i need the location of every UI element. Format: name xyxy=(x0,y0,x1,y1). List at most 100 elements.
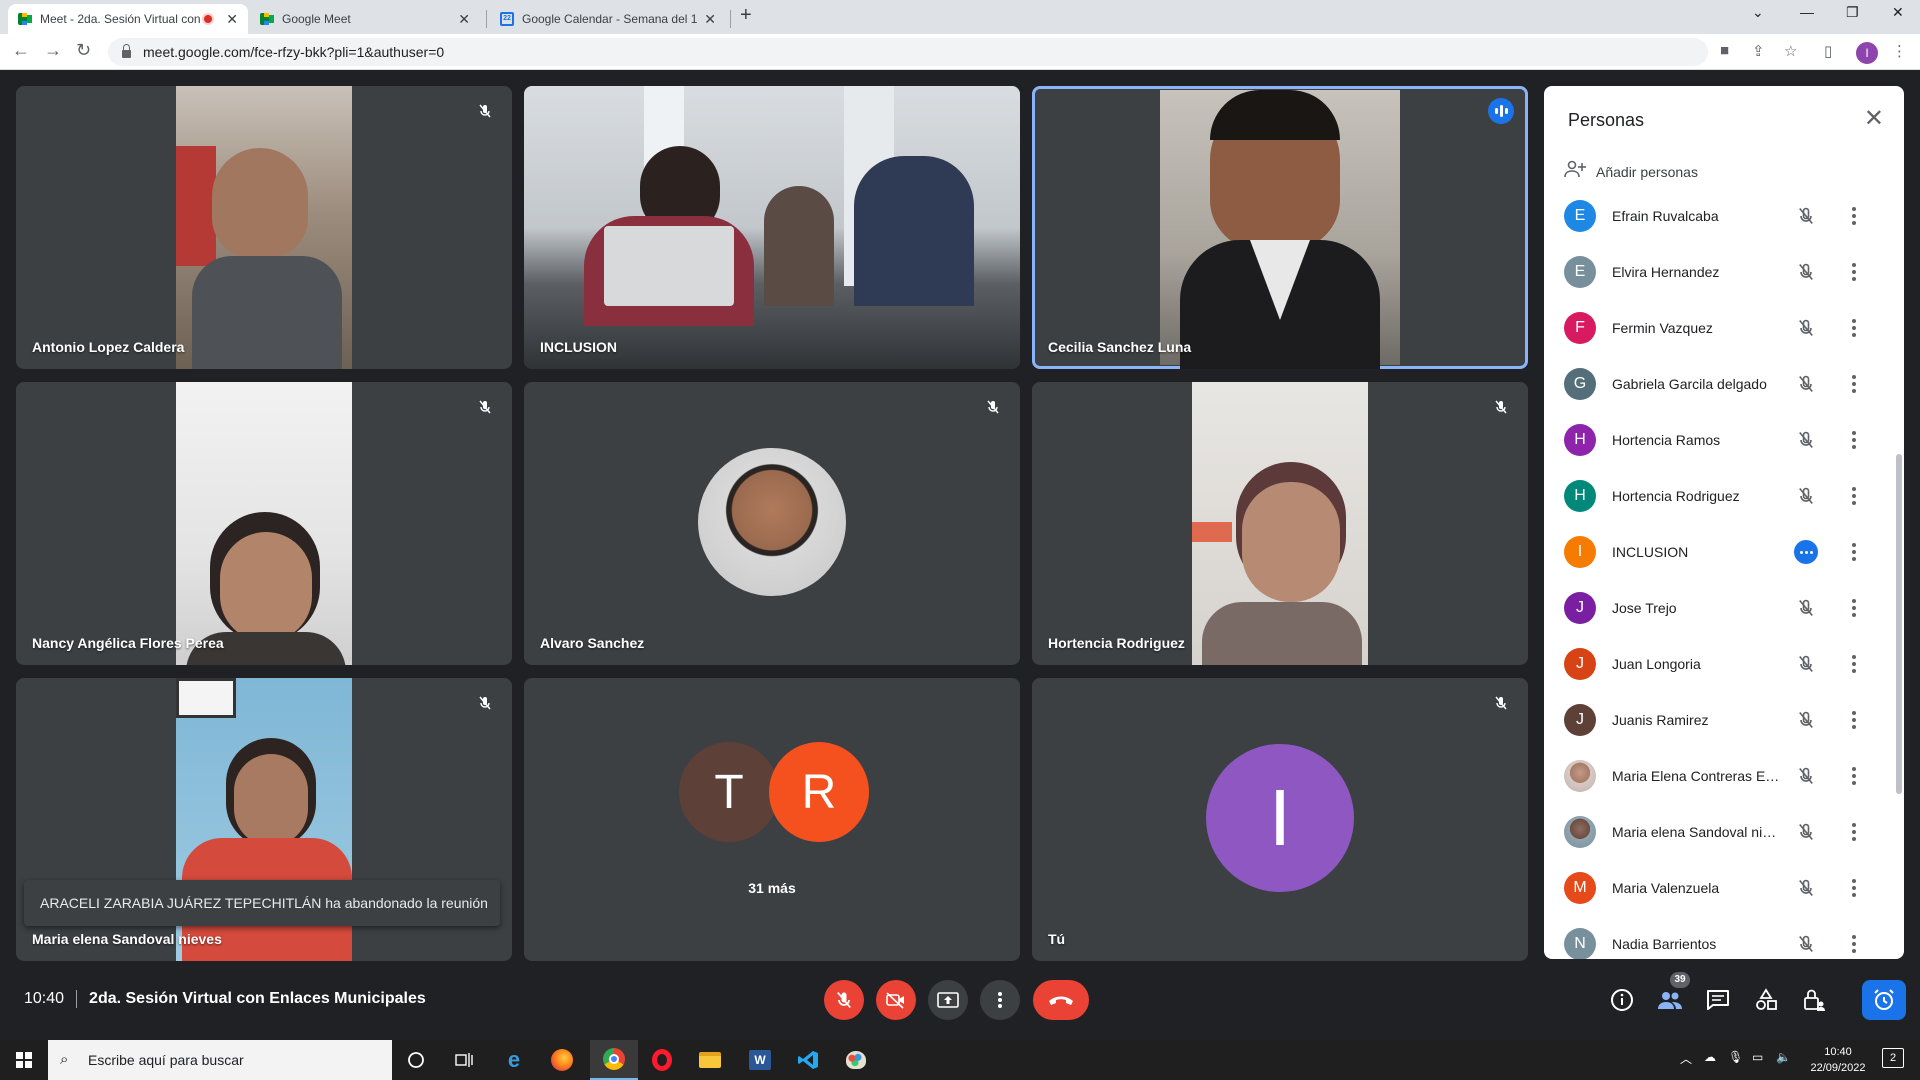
add-people-button[interactable]: Añadir personas xyxy=(1564,160,1698,183)
video-tile[interactable]: Nancy Angélica Flores Perea xyxy=(16,382,512,665)
back-icon[interactable]: ← xyxy=(12,40,30,61)
mic-off-icon xyxy=(837,991,851,1009)
more-options-icon[interactable] xyxy=(1844,820,1864,844)
profile-avatar[interactable]: I xyxy=(1856,42,1878,64)
minimize-icon[interactable]: — xyxy=(1800,4,1814,20)
more-options-icon[interactable] xyxy=(1844,932,1864,956)
mic-off-icon xyxy=(1794,596,1818,620)
opera-icon[interactable] xyxy=(648,1046,676,1074)
task-view-icon[interactable] xyxy=(450,1046,478,1074)
close-panel-icon[interactable]: ✕ xyxy=(1864,104,1884,133)
show-hidden-icons[interactable]: ︿ xyxy=(1680,1050,1692,1067)
more-options-icon[interactable] xyxy=(1844,260,1864,284)
timer-button[interactable] xyxy=(1862,980,1906,1020)
participant-name: Juan Longoria xyxy=(1612,656,1701,672)
toggle-mic-button[interactable] xyxy=(824,980,864,1020)
firefox-icon[interactable] xyxy=(548,1046,576,1074)
side-panel-icon[interactable]: ▯ xyxy=(1824,42,1832,60)
microphone-tray-icon[interactable]: 🎙 xyxy=(1728,1050,1743,1064)
activities-button[interactable] xyxy=(1752,986,1780,1014)
bookmark-star-icon[interactable]: ☆ xyxy=(1784,42,1797,60)
participant-avatar: G xyxy=(1564,368,1596,400)
close-icon[interactable]: ✕ xyxy=(458,11,470,28)
participant-row[interactable]: H Hortencia Rodriguez xyxy=(1544,468,1896,524)
more-options-icon[interactable] xyxy=(1844,596,1864,620)
volume-icon[interactable]: 🔈 xyxy=(1776,1050,1791,1064)
participant-row[interactable]: J Jose Trejo xyxy=(1544,580,1896,636)
participant-row[interactable]: J Juanis Ramirez xyxy=(1544,692,1896,748)
video-tile[interactable]: Alvaro Sanchez xyxy=(524,382,1020,665)
tab-meet-session[interactable]: Meet - 2da. Sesión Virtual con Enlaces M… xyxy=(8,4,248,34)
participant-row[interactable]: F Fermin Vazquez xyxy=(1544,300,1896,356)
more-options-icon[interactable] xyxy=(1844,708,1864,732)
camera-in-use-icon[interactable]: ■ xyxy=(1720,42,1729,59)
browser-menu-icon[interactable]: ⋮ xyxy=(1892,42,1907,60)
more-options-icon[interactable] xyxy=(1844,204,1864,228)
video-tile-active-speaker[interactable]: Cecilia Sanchez Luna xyxy=(1032,86,1528,369)
edge-browser-icon[interactable]: e xyxy=(500,1046,528,1074)
more-options-icon[interactable] xyxy=(1844,764,1864,788)
tab-google-meet[interactable]: Google Meet ✕ xyxy=(250,4,480,34)
taskbar-clock[interactable]: 10:40 22/09/2022 xyxy=(1808,1044,1868,1076)
participant-row[interactable]: Maria Elena Contreras Es... xyxy=(1544,748,1896,804)
more-options-icon[interactable] xyxy=(1844,876,1864,900)
participant-row[interactable]: J Juan Longoria xyxy=(1544,636,1896,692)
participant-row[interactable]: H Hortencia Ramos xyxy=(1544,412,1896,468)
windows-start-icon[interactable] xyxy=(16,1052,32,1068)
more-options-button[interactable] xyxy=(980,980,1020,1020)
participant-list-scrollbar[interactable] xyxy=(1896,454,1902,794)
more-participants-tile[interactable]: T R 31 más xyxy=(524,678,1020,961)
more-options-icon[interactable] xyxy=(1844,372,1864,396)
toggle-camera-button[interactable] xyxy=(876,980,916,1020)
more-options-icon[interactable] xyxy=(1844,428,1864,452)
restore-icon[interactable]: ❐ xyxy=(1846,4,1859,21)
chat-button[interactable] xyxy=(1704,986,1732,1014)
people-panel: Personas ✕ Añadir personas E Efrain Ruva… xyxy=(1544,86,1904,959)
people-button[interactable] xyxy=(1656,986,1684,1014)
tab-google-calendar[interactable]: 22 Google Calendar - Semana del 18 de se… xyxy=(490,4,726,34)
participant-row[interactable]: Maria elena Sandoval niev... xyxy=(1544,804,1896,860)
vscode-icon[interactable] xyxy=(794,1046,822,1074)
participant-video xyxy=(1160,90,1400,369)
participant-row[interactable]: I INCLUSION xyxy=(1544,524,1896,580)
more-options-icon[interactable] xyxy=(1844,316,1864,340)
reload-icon[interactable]: ↻ xyxy=(76,40,91,61)
participant-row[interactable]: E Efrain Ruvalcaba xyxy=(1544,188,1896,244)
close-icon[interactable]: ✕ xyxy=(704,11,716,28)
more-options-icon[interactable] xyxy=(1844,540,1864,564)
close-icon[interactable]: ✕ xyxy=(226,11,238,28)
file-explorer-icon[interactable] xyxy=(696,1046,724,1074)
present-screen-button[interactable] xyxy=(928,980,968,1020)
taskbar-search-input[interactable]: ⌕ Escribe aquí para buscar xyxy=(48,1040,392,1080)
notifications-icon[interactable]: 2 xyxy=(1882,1048,1904,1068)
leave-call-button[interactable] xyxy=(1033,980,1089,1020)
onedrive-icon[interactable]: ☁ xyxy=(1704,1050,1716,1064)
video-tile[interactable]: Antonio Lopez Caldera xyxy=(16,86,512,369)
cortana-icon[interactable] xyxy=(402,1046,430,1074)
word-icon[interactable]: W xyxy=(746,1046,774,1074)
more-options-icon[interactable] xyxy=(1844,652,1864,676)
mic-off-icon xyxy=(1794,204,1818,228)
window-close-icon[interactable]: ✕ xyxy=(1892,4,1904,21)
participant-list: E Efrain Ruvalcaba E Elvira Hernandez F … xyxy=(1544,188,1896,959)
video-tile[interactable]: Hortencia Rodriguez xyxy=(1032,382,1528,665)
participant-row[interactable]: M Maria Valenzuela xyxy=(1544,860,1896,916)
participant-row[interactable]: G Gabriela Garcila delgado xyxy=(1544,356,1896,412)
host-controls-button[interactable] xyxy=(1800,986,1828,1014)
meeting-details-button[interactable] xyxy=(1608,986,1636,1014)
participant-row[interactable]: N Nadia Barrientos xyxy=(1544,916,1896,959)
video-tile[interactable]: INCLUSION xyxy=(524,86,1020,369)
self-video-tile[interactable]: I Tú xyxy=(1032,678,1528,961)
participant-row[interactable]: E Elvira Hernandez xyxy=(1544,244,1896,300)
participant-avatar: I xyxy=(1564,536,1596,568)
new-tab-icon[interactable]: + xyxy=(740,4,752,27)
participant-name: Maria elena Sandoval niev... xyxy=(1612,824,1780,840)
forward-icon[interactable]: → xyxy=(44,40,62,61)
tab-search-icon[interactable]: ⌄ xyxy=(1752,4,1764,21)
chrome-icon[interactable] xyxy=(590,1040,638,1080)
more-options-icon[interactable] xyxy=(1844,484,1864,508)
paint-icon[interactable] xyxy=(842,1046,870,1074)
share-icon[interactable]: ⇪ xyxy=(1752,42,1765,60)
network-icon[interactable]: ▭ xyxy=(1752,1050,1763,1064)
address-bar[interactable]: meet.google.com/fce-rfzy-bkk?pli=1&authu… xyxy=(108,38,1708,66)
